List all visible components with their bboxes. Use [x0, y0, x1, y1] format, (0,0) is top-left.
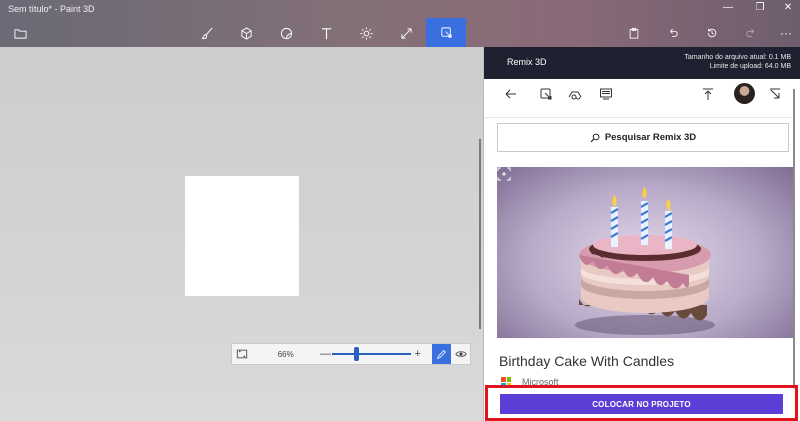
remix-home-button[interactable] [535, 81, 557, 107]
tool-remix-3d[interactable] [426, 18, 466, 47]
menu-folder-button[interactable] [0, 22, 40, 44]
cta-highlight-frame: COLOCAR NO PROJETO [485, 385, 798, 421]
window-title: Sem título* - Paint 3D [8, 4, 95, 14]
gallery-icon [600, 88, 612, 100]
user-avatar[interactable] [734, 83, 755, 104]
eye-icon [454, 351, 467, 357]
undo-button[interactable] [659, 24, 687, 42]
redo-icon [746, 28, 754, 37]
paste-icon [629, 27, 639, 39]
logo-square-green [506, 377, 511, 382]
logo-square-red [501, 377, 506, 382]
remix-icon [440, 27, 452, 38]
drawing-canvas[interactable] [185, 176, 299, 296]
paste-button[interactable] [620, 24, 648, 42]
remix-3d-panel: Remix 3D Tamanho do arquivo atual: 0.1 M… [483, 47, 800, 421]
upload-icon [703, 88, 713, 100]
brush-icon [201, 27, 212, 39]
redo-button[interactable] [737, 24, 765, 42]
birthday-cake-image [575, 187, 715, 335]
community-icon [568, 91, 582, 100]
model-preview[interactable] [497, 167, 793, 338]
close-button[interactable]: ✕ [778, 2, 798, 13]
model-title: Birthday Cake With Candles [499, 353, 675, 369]
back-button[interactable] [500, 81, 522, 107]
zoom-percentage: 66% [277, 349, 294, 359]
zoom-slider-track [331, 353, 412, 355]
file-size-info: Tamanho do arquivo atual: 0.1 MB Limite … [684, 53, 791, 71]
search-remix-button[interactable]: Pesquisar Remix 3D [497, 123, 789, 152]
tool-canvas[interactable] [386, 22, 426, 44]
collapse-panel-button[interactable] [764, 81, 786, 107]
pencil-icon [437, 349, 447, 359]
back-arrow-icon [505, 89, 516, 99]
minimize-button[interactable]: — [718, 2, 738, 13]
tool-stickers[interactable] [266, 22, 306, 44]
text-icon [321, 27, 331, 39]
tool-effects[interactable] [346, 22, 386, 44]
cube-icon [240, 26, 252, 40]
title-bar: Sem título* - Paint 3D — ❐ ✕ ··· [0, 0, 800, 47]
gallery-button[interactable] [595, 81, 617, 107]
search-label: Pesquisar Remix 3D [604, 132, 697, 143]
add-to-project-button[interactable]: COLOCAR NO PROJETO [500, 394, 783, 414]
resize-icon [400, 27, 412, 39]
maximize-button[interactable]: ❐ [750, 2, 770, 13]
zoom-out-button[interactable]: — [319, 348, 332, 360]
view-3d-button[interactable] [451, 344, 470, 364]
zoom-slider[interactable] [331, 344, 412, 364]
upload-button[interactable] [697, 81, 719, 107]
panel-title: Remix 3D [507, 57, 547, 67]
zoom-bar: 66% — + [231, 343, 471, 365]
folder-icon [13, 28, 27, 39]
edit-mode-button[interactable] [432, 344, 452, 364]
fit-to-screen-button[interactable] [232, 344, 253, 364]
fullscreen-icon[interactable] [497, 167, 511, 181]
tool-3d-shapes[interactable] [226, 22, 266, 44]
tool-text[interactable] [306, 22, 346, 44]
history-button[interactable] [698, 24, 726, 42]
sticker-icon [280, 27, 292, 39]
zoom-slider-thumb[interactable] [353, 347, 359, 361]
current-file-size: Tamanho do arquivo atual: 0.1 MB [684, 54, 791, 61]
remix-icon [540, 88, 552, 100]
sun-icon [359, 26, 373, 40]
upload-limit: Limite de upload: 64.0 MB [709, 63, 791, 70]
panel-divider [484, 117, 794, 118]
panel-header: Remix 3D Tamanho do arquivo atual: 0.1 M… [484, 47, 800, 79]
workspace-scrollbar[interactable] [479, 139, 481, 329]
undo-icon [670, 28, 678, 37]
more-button[interactable]: ··· [772, 24, 800, 42]
community-button[interactable] [564, 81, 586, 107]
search-icon [590, 133, 600, 142]
expand-arrow-icon [770, 88, 780, 99]
history-icon [707, 28, 717, 38]
tool-brushes[interactable] [187, 22, 227, 44]
panel-scrollbar[interactable] [793, 89, 795, 389]
fit-screen-icon [237, 349, 248, 359]
zoom-in-button[interactable]: + [411, 348, 424, 360]
more-icon: ··· [780, 26, 792, 40]
